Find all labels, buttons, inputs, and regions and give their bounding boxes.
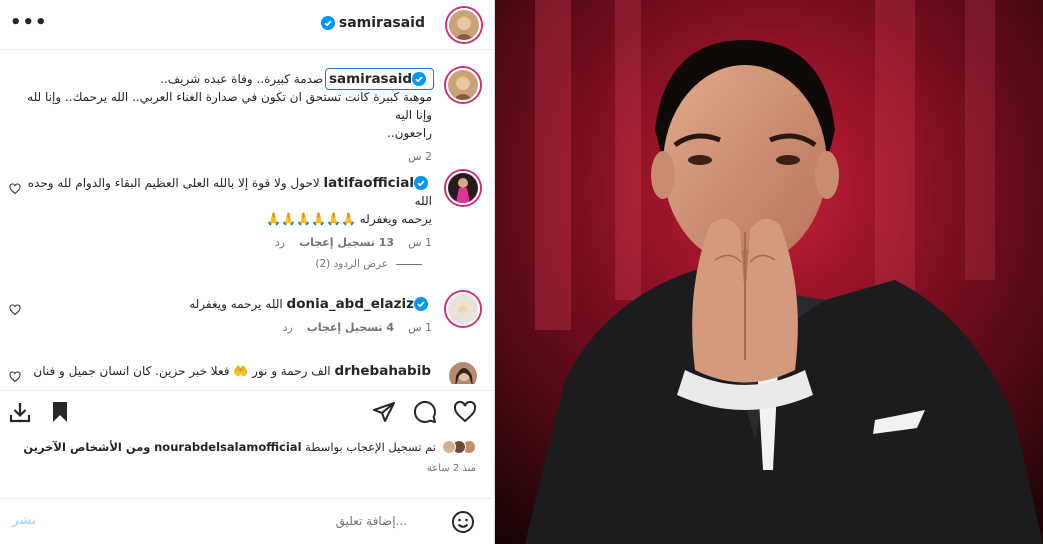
likes-summary[interactable]: تم تسجيل الإعجاب بواسطة nourabdelsalamof… <box>23 440 476 454</box>
verified-badge-icon <box>320 16 335 30</box>
caption-text-line2: موهبة كبيرة كانت تستحق ان تكون في صدارة … <box>27 90 432 122</box>
reply-button[interactable]: رد <box>275 236 285 249</box>
post-header: ••• samirasaid <box>0 0 495 50</box>
view-replies-button[interactable]: عرض الردود (2) <box>315 258 422 270</box>
caption-avatar[interactable] <box>446 68 480 102</box>
likes-prefix: تم تسجيل الإعجاب بواسطة <box>305 440 436 454</box>
replies-line <box>396 263 422 265</box>
likes-suffix[interactable]: ومن الأشخاص الآخرين <box>23 440 150 454</box>
comment-item: donia_abd_elaziz الله يرحمه ويغفرله 1 س … <box>12 295 432 334</box>
caption-username[interactable]: samirasaid <box>324 68 435 90</box>
caption-text-line1: صدمة كبيرة.. وفاة عبده شريف.. <box>160 72 324 86</box>
post-time[interactable]: منذ 2 ساعة <box>427 463 476 474</box>
verified-badge-icon <box>412 72 426 86</box>
post-photo[interactable] <box>495 0 1043 544</box>
like-comment-heart-icon[interactable] <box>9 371 21 383</box>
add-comment-input[interactable]: إضافة تعليق... <box>336 514 407 528</box>
comment-username[interactable]: drhebahabib <box>334 362 431 380</box>
save-bookmark-icon[interactable] <box>48 400 72 424</box>
like-comment-heart-icon[interactable] <box>9 183 21 195</box>
comment-avatar[interactable] <box>446 292 480 326</box>
comment-item: latifaofficial لاحول ولا قوة إلا بالله ا… <box>12 174 432 249</box>
actions-divider <box>0 390 495 391</box>
comment-avatar[interactable] <box>447 360 479 384</box>
comment-username[interactable]: latifaofficial <box>324 174 433 192</box>
add-comment-bar: إضافة تعليق... نشر <box>0 498 495 544</box>
comment-username[interactable]: donia_abd_elaziz <box>287 295 432 313</box>
likes-user[interactable]: nourabdelsalamofficial <box>154 440 301 454</box>
like-comment-heart-icon[interactable] <box>9 304 21 316</box>
comment-likes-count[interactable]: 13 تسجيل إعجاب <box>299 236 394 249</box>
post-caption: samirasaid صدمة كبيرة.. وفاة عبده شريف..… <box>12 68 435 163</box>
comment-avatar[interactable] <box>446 171 480 205</box>
more-options-icon[interactable]: ••• <box>10 12 48 33</box>
author-avatar[interactable] <box>447 8 481 42</box>
post-author[interactable]: samirasaid <box>320 15 425 31</box>
reply-button[interactable]: رد <box>283 321 293 334</box>
emoji-icon[interactable] <box>451 510 475 534</box>
share-icon[interactable] <box>372 400 396 424</box>
comment-time[interactable]: 1 س <box>408 321 432 334</box>
post-details-panel: ••• samirasaid samirasaid صدمة كبيرة.. و… <box>0 0 495 544</box>
action-bar <box>0 392 495 434</box>
comment-text: الف رحمة و نور 🤲 فعلا خبر حزين. كان انسا… <box>33 364 331 378</box>
comment-text-line2: يرحمه ويغفرله 🙏🙏🙏🙏🙏🙏 <box>266 212 432 226</box>
post-author-username[interactable]: samirasaid <box>339 15 425 31</box>
verified-badge-icon <box>414 297 428 311</box>
like-heart-icon[interactable] <box>453 400 477 424</box>
post-comment-button[interactable]: نشر <box>12 513 36 527</box>
download-icon[interactable] <box>8 400 32 424</box>
caption-time[interactable]: 2 س <box>408 150 432 163</box>
comment-item: drhebahabib الف رحمة و نور 🤲 فعلا خبر حز… <box>11 362 431 380</box>
comment-icon[interactable] <box>413 400 437 424</box>
comment-clip: drhebahabib الف رحمة و نور 🤲 فعلا خبر حز… <box>0 352 495 384</box>
view-replies-label[interactable]: عرض الردود (2) <box>315 258 388 270</box>
caption-text-line3: راجعون.. <box>387 126 432 140</box>
verified-badge-icon <box>414 176 428 190</box>
comment-likes-count[interactable]: 4 تسجيل إعجاب <box>307 321 394 334</box>
comment-text: الله يرحمه ويغفرله <box>189 297 283 311</box>
comment-time[interactable]: 1 س <box>408 236 432 249</box>
post-image <box>495 0 1043 544</box>
liker-avatars <box>442 440 476 454</box>
